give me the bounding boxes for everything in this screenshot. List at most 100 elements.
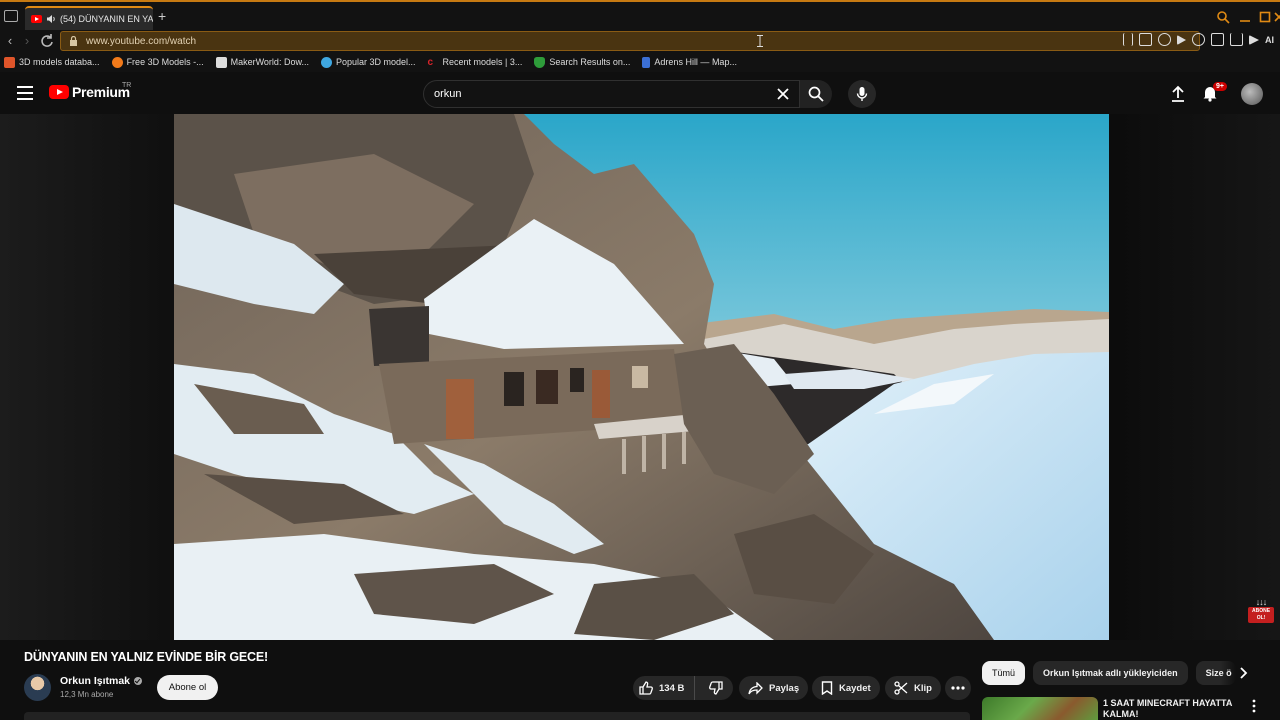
bookmark-favicon-icon bbox=[534, 56, 546, 68]
ai-button[interactable]: AI bbox=[1265, 35, 1274, 45]
send-icon[interactable] bbox=[1249, 34, 1259, 45]
menu-icon[interactable] bbox=[17, 86, 33, 100]
bookmarks-bar: 3D models databa... Free 3D Models -... … bbox=[0, 52, 1280, 72]
forward-icon[interactable]: › bbox=[19, 33, 35, 49]
tab-title: (54) DÜNYANIN EN YA bbox=[60, 14, 153, 24]
subscribe-button[interactable]: Abone ol bbox=[157, 675, 218, 700]
tab-list-icon[interactable] bbox=[4, 10, 18, 22]
url-text: www.youtube.com/watch bbox=[86, 35, 197, 47]
shield-icon[interactable] bbox=[1158, 33, 1171, 46]
bookmark-item[interactable]: Popular 3D model... bbox=[320, 56, 416, 68]
close-icon[interactable] bbox=[1272, 10, 1280, 24]
share-label: Paylaş bbox=[769, 682, 800, 694]
browser-tab-youtube[interactable]: (54) DÜNYANIN EN YA bbox=[25, 6, 153, 30]
search-icon bbox=[808, 86, 824, 102]
youtube-masthead: Premium TR orkun 9+ bbox=[0, 72, 1280, 114]
clip-label: Klip bbox=[914, 682, 932, 694]
bookmark-label: 3D models databa... bbox=[19, 57, 100, 67]
bookmark-label: Search Results on... bbox=[549, 57, 631, 67]
youtube-premium-logo[interactable]: Premium bbox=[49, 84, 130, 100]
bookmark-label: Adrens Hill — Map... bbox=[654, 57, 737, 67]
minimize-icon[interactable] bbox=[1238, 10, 1252, 24]
notifications-button[interactable]: 9+ bbox=[1202, 82, 1227, 104]
bookmark-favicon-icon bbox=[4, 56, 15, 68]
more-horizontal-icon bbox=[951, 686, 965, 690]
like-button[interactable]: 134 B bbox=[633, 676, 696, 700]
clear-search-icon[interactable] bbox=[776, 87, 790, 101]
thumbs-up-icon bbox=[639, 681, 653, 695]
share-button[interactable]: Paylaş bbox=[739, 676, 809, 700]
bookmark-item[interactable]: Free 3D Models -... bbox=[111, 56, 204, 68]
voice-search-button[interactable] bbox=[848, 80, 876, 108]
lock-toolbar-icon[interactable] bbox=[1211, 33, 1224, 46]
microphone-icon bbox=[856, 87, 868, 101]
channel-name-link[interactable]: Orkun Işıtmak bbox=[60, 675, 143, 687]
like-dislike-group: 134 B bbox=[633, 676, 733, 700]
player-area: ↓↓↓ ABONE OL! bbox=[0, 114, 1280, 640]
country-code: TR bbox=[122, 82, 132, 89]
subscribe-watermark[interactable]: ↓↓↓ ABONE OL! bbox=[1248, 598, 1274, 624]
bookmark-favicon-icon bbox=[642, 56, 651, 68]
chip-all[interactable]: Tümü bbox=[982, 661, 1026, 685]
more-vertical-icon[interactable] bbox=[1250, 698, 1258, 714]
bookmark-favicon-icon bbox=[111, 56, 123, 68]
browser-toolbar: AI bbox=[1123, 33, 1274, 46]
scissors-icon bbox=[894, 681, 908, 695]
bookmark-label: MakerWorld: Dow... bbox=[230, 57, 309, 67]
bookmark-favicon-icon bbox=[320, 56, 332, 68]
browser-tab-bar: (54) DÜNYANIN EN YA + bbox=[0, 0, 1280, 30]
bookmark-favicon-icon: c bbox=[427, 56, 434, 68]
window-icon[interactable] bbox=[1139, 33, 1152, 46]
speaker-icon[interactable] bbox=[46, 14, 56, 24]
search-icon[interactable] bbox=[1216, 10, 1230, 24]
search-query: orkun bbox=[434, 88, 462, 100]
like-count: 134 B bbox=[659, 682, 685, 694]
youtube-logo-icon bbox=[49, 85, 69, 99]
save-button[interactable]: Kaydet bbox=[812, 676, 880, 700]
bookmark-item[interactable]: 3D models databa... bbox=[4, 56, 100, 68]
save-label: Kaydet bbox=[839, 682, 871, 694]
pin-icon[interactable] bbox=[1123, 33, 1133, 46]
lock-icon[interactable] bbox=[69, 36, 78, 46]
verified-icon bbox=[134, 677, 143, 685]
youtube-favicon-icon bbox=[31, 15, 42, 23]
clip-button[interactable]: Klip bbox=[885, 676, 941, 700]
channel-name: Orkun Işıtmak bbox=[60, 675, 131, 687]
dislike-button[interactable] bbox=[701, 681, 724, 695]
reload-icon[interactable] bbox=[39, 33, 55, 49]
address-bar-row: ‹ › www.youtube.com/watch AI bbox=[0, 30, 1280, 52]
back-icon[interactable]: ‹ bbox=[2, 33, 18, 49]
subscriber-count: 12,3 Mn abone bbox=[60, 690, 114, 699]
more-actions-button[interactable] bbox=[945, 676, 971, 700]
recommendation-thumbnail[interactable] bbox=[982, 697, 1098, 720]
recommendation-title[interactable]: 1 SAAT MINECRAFT HAYATTA KALMA! bbox=[1103, 698, 1243, 720]
search-input[interactable]: orkun bbox=[423, 80, 800, 108]
chip-for-you[interactable]: Size ö bbox=[1195, 661, 1236, 685]
video-player[interactable] bbox=[174, 114, 1109, 640]
text-cursor-icon bbox=[757, 35, 763, 47]
channel-avatar[interactable] bbox=[24, 674, 51, 701]
upload-icon[interactable] bbox=[1170, 85, 1186, 103]
chip-from-uploader[interactable]: Orkun Işıtmak adlı yükleyiciden bbox=[1033, 661, 1188, 685]
bookmark-label: Recent models | 3... bbox=[442, 57, 523, 67]
bookmark-item[interactable]: c Recent models | 3... bbox=[428, 57, 523, 68]
account-avatar[interactable] bbox=[1241, 83, 1263, 105]
url-field[interactable]: www.youtube.com/watch bbox=[60, 31, 1200, 51]
download-icon[interactable] bbox=[1230, 33, 1243, 46]
heart-icon[interactable] bbox=[1192, 33, 1205, 46]
new-tab-button[interactable]: + bbox=[158, 9, 166, 23]
filter-chips: Tümü Orkun Işıtmak adlı yükleyiciden Siz… bbox=[982, 661, 1236, 685]
chevron-right-icon[interactable] bbox=[1236, 666, 1250, 680]
search-button[interactable] bbox=[800, 80, 832, 108]
bookmark-item[interactable]: Adrens Hill — Map... bbox=[642, 56, 737, 68]
bookmark-icon bbox=[821, 681, 833, 695]
bookmark-item[interactable]: Search Results on... bbox=[534, 56, 631, 68]
bookmark-favicon-icon bbox=[215, 56, 227, 68]
bookmark-label: Popular 3D model... bbox=[335, 57, 416, 67]
maximize-icon[interactable] bbox=[1258, 10, 1272, 24]
video-frame-image bbox=[174, 114, 1109, 640]
bookmark-item[interactable]: MakerWorld: Dow... bbox=[215, 56, 309, 68]
thumbs-down-icon bbox=[709, 681, 724, 695]
down-arrows-icon: ↓↓↓ bbox=[1255, 597, 1268, 607]
play-icon[interactable] bbox=[1177, 34, 1186, 45]
